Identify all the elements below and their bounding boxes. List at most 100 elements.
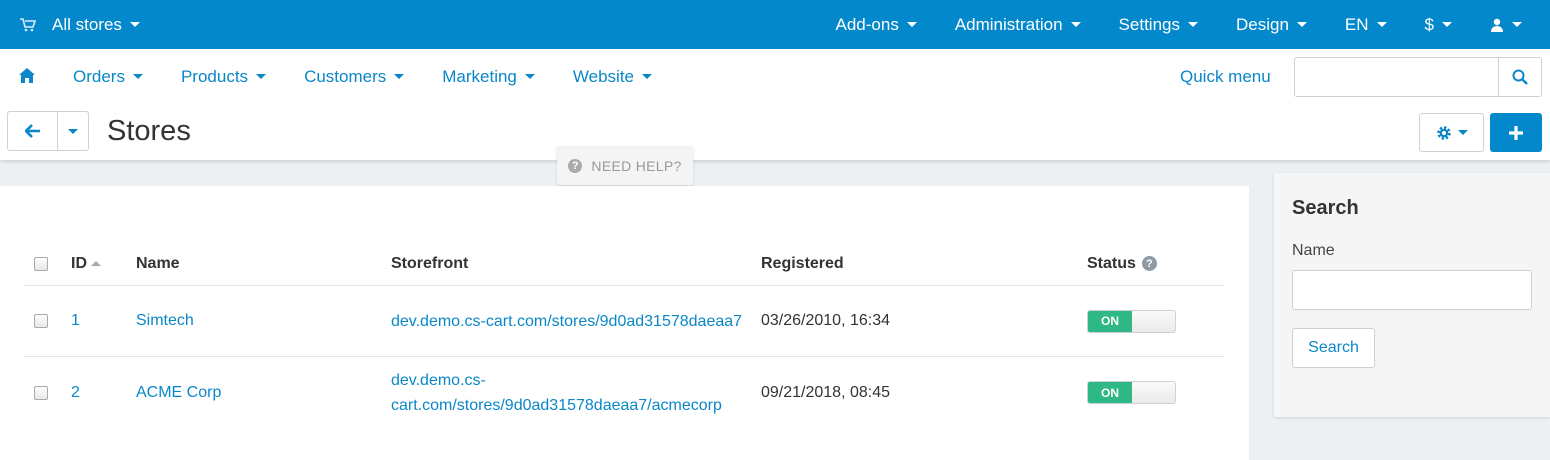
chevron-down-icon bbox=[256, 74, 267, 79]
currency-selector[interactable]: $ bbox=[1425, 15, 1452, 35]
home-icon[interactable] bbox=[19, 68, 35, 83]
storefront-link[interactable]: dev.demo.cs-cart.com/stores/9d0ad31578da… bbox=[391, 368, 751, 418]
row-checkbox[interactable] bbox=[34, 385, 48, 400]
nav-label: Customers bbox=[304, 66, 387, 86]
chevron-down-icon bbox=[1457, 130, 1468, 135]
chevron-down-icon bbox=[1296, 22, 1307, 27]
back-button-group bbox=[7, 111, 89, 151]
sort-asc-icon bbox=[91, 261, 101, 266]
chevron-down-icon bbox=[642, 74, 652, 79]
nav-label: Products bbox=[180, 66, 249, 86]
user-icon bbox=[1491, 18, 1503, 32]
registered-date: 03/26/2010, 16:34 bbox=[761, 312, 891, 329]
gear-icon bbox=[1436, 125, 1451, 140]
nav-website[interactable]: Website bbox=[573, 67, 652, 87]
top-nav-label: EN bbox=[1344, 14, 1369, 34]
arrow-left-icon bbox=[24, 124, 40, 138]
chevron-down-icon bbox=[132, 74, 143, 79]
sidebar-search-button[interactable]: Search bbox=[1292, 328, 1375, 368]
status-toggle[interactable]: ON bbox=[1087, 309, 1176, 333]
cart-icon bbox=[20, 17, 37, 31]
select-all-checkbox[interactable] bbox=[34, 256, 48, 271]
chevron-down-icon bbox=[524, 74, 535, 79]
title-bar: Stores bbox=[0, 104, 1550, 160]
chevron-down-icon bbox=[1187, 22, 1198, 27]
top-nav-label: Design bbox=[1235, 14, 1289, 34]
chevron-down-icon bbox=[1442, 22, 1452, 27]
quick-menu-link[interactable]: Quick menu bbox=[1180, 49, 1271, 104]
nav-products[interactable]: Products bbox=[180, 66, 267, 87]
status-on-label: ON bbox=[1088, 382, 1132, 403]
language-selector[interactable]: EN bbox=[1345, 15, 1387, 35]
store-id-link[interactable]: 1 bbox=[71, 286, 80, 356]
registered-date: 09/21/2018, 08:45 bbox=[761, 383, 891, 401]
nav-orders[interactable]: Orders bbox=[73, 67, 143, 87]
nav-customers[interactable]: Customers bbox=[304, 66, 405, 87]
chevron-down-icon bbox=[906, 22, 917, 27]
need-help-label: NEED HELP? bbox=[591, 157, 682, 174]
name-field bbox=[1292, 270, 1532, 310]
nav-label: Orders bbox=[73, 66, 125, 86]
name-field-label: Name bbox=[1292, 242, 1335, 259]
store-name-link[interactable]: Simtech bbox=[136, 286, 194, 356]
status-toggle[interactable]: ON bbox=[1087, 381, 1176, 404]
stores-panel: ID Name Storefront Registered Status? 1 … bbox=[0, 186, 1249, 460]
history-dropdown[interactable] bbox=[58, 112, 88, 150]
storefront-link[interactable]: dev.demo.cs-cart.com/stores/9d0ad31578da… bbox=[391, 309, 751, 334]
row-checkbox[interactable] bbox=[34, 314, 48, 328]
top-nav-addons[interactable]: Add-ons bbox=[836, 15, 917, 35]
store-id-link[interactable]: 2 bbox=[71, 357, 80, 428]
top-nav-label: $ bbox=[1424, 14, 1434, 34]
top-nav-settings[interactable]: Settings bbox=[1119, 15, 1198, 35]
stores-table: ID Name Storefront Registered Status? 1 … bbox=[24, 242, 1224, 428]
column-header-storefront: Storefront bbox=[391, 254, 469, 272]
top-nav-label: Administration bbox=[954, 14, 1063, 34]
chevron-down-icon bbox=[1070, 22, 1081, 27]
column-header-label: ID bbox=[71, 254, 87, 272]
table-row: 1 Simtech dev.demo.cs-cart.com/stores/9d… bbox=[24, 286, 1224, 357]
question-icon: ? bbox=[568, 158, 583, 173]
main-menu: Orders Products Customers Marketing Webs… bbox=[73, 49, 690, 104]
chevron-down-icon bbox=[129, 22, 140, 27]
column-header-id[interactable]: ID bbox=[71, 242, 101, 285]
main-nav: Orders Products Customers Marketing Webs… bbox=[0, 49, 1550, 104]
store-selector[interactable]: All stores bbox=[18, 0, 140, 49]
column-header-label: Status bbox=[1087, 254, 1136, 272]
column-header-name: Name bbox=[136, 254, 180, 272]
store-name-link[interactable]: ACME Corp bbox=[136, 357, 221, 428]
global-search-input[interactable] bbox=[1295, 58, 1499, 96]
search-icon bbox=[1512, 69, 1528, 85]
nav-label: Website bbox=[572, 66, 634, 86]
top-nav: Add-ons Administration Settings Design E… bbox=[798, 0, 1522, 49]
back-button[interactable] bbox=[8, 112, 58, 150]
column-header-status: Status? bbox=[1087, 242, 1157, 285]
sidebar-title: Search bbox=[1292, 197, 1359, 219]
table-row: 2 ACME Corp dev.demo.cs-cart.com/stores/… bbox=[24, 357, 1224, 428]
table-header: ID Name Storefront Registered Status? bbox=[24, 242, 1224, 286]
chevron-down-icon bbox=[68, 128, 78, 134]
chevron-down-icon bbox=[1512, 22, 1522, 27]
search-button[interactable] bbox=[1498, 58, 1541, 96]
settings-dropdown-button[interactable] bbox=[1419, 113, 1484, 152]
user-menu[interactable] bbox=[1490, 18, 1522, 32]
global-search bbox=[1294, 57, 1542, 97]
top-nav-design[interactable]: Design bbox=[1236, 15, 1307, 35]
name-input[interactable] bbox=[1293, 271, 1531, 309]
top-nav-label: Settings bbox=[1118, 14, 1180, 34]
nav-marketing[interactable]: Marketing bbox=[442, 67, 535, 87]
top-bar: All stores Add-ons Administration Settin… bbox=[0, 0, 1550, 49]
plus-icon bbox=[1509, 125, 1523, 140]
add-store-button[interactable] bbox=[1490, 113, 1542, 152]
top-nav-administration[interactable]: Administration bbox=[955, 15, 1081, 35]
chevron-down-icon bbox=[394, 74, 405, 79]
question-icon[interactable]: ? bbox=[1141, 256, 1157, 271]
nav-label: Marketing bbox=[442, 66, 517, 86]
status-on-label: ON bbox=[1088, 310, 1132, 332]
chevron-down-icon bbox=[1376, 22, 1387, 27]
page-title: Stores bbox=[107, 114, 191, 147]
column-header-registered: Registered bbox=[761, 254, 844, 272]
store-selector-label: All stores bbox=[52, 14, 122, 34]
need-help-tab[interactable]: ? NEED HELP? bbox=[557, 146, 693, 185]
top-nav-label: Add-ons bbox=[835, 14, 899, 34]
search-sidebar: Search Name Search bbox=[1274, 173, 1550, 417]
